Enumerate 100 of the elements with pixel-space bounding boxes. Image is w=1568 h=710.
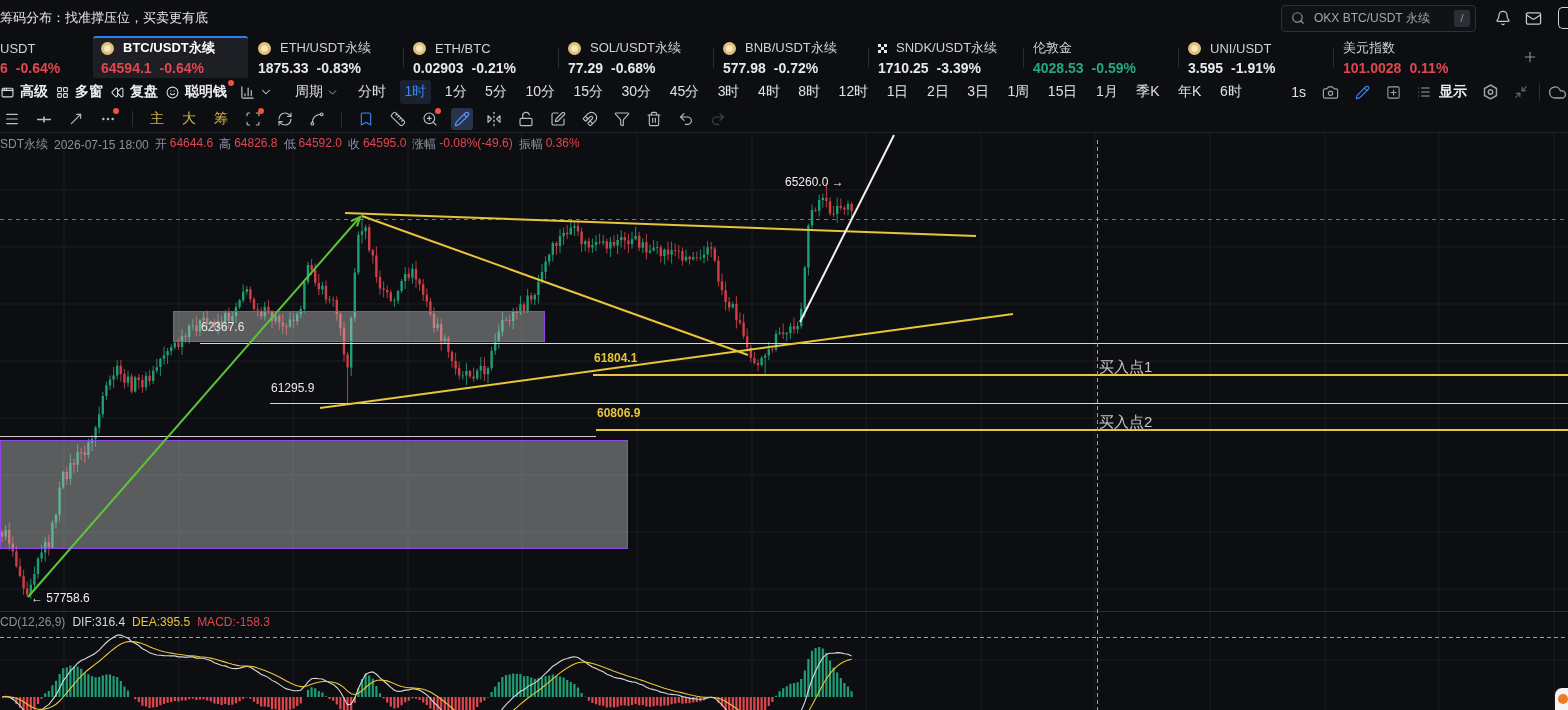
interval-tab[interactable]: 1日 [881,80,914,104]
ticker-tab[interactable]: BNB/USDT永续 577.98 -0.72% [713,36,868,78]
ticker-tab[interactable]: 美元指数 101.0028 0.11% [1333,36,1488,78]
ohlc-label: 高 [219,136,232,153]
ticker-tab[interactable]: ETH/BTC 0.02903 -0.21% [403,36,558,78]
pencil-tool[interactable] [451,108,473,130]
interval-tab[interactable]: 10分 [520,80,560,104]
ohlc-value: 0.36% [545,136,580,152]
refresh-icon [277,111,293,127]
ticker-tab[interactable]: BTC/USDT永续 64594.1 -0.64% [93,36,248,78]
window-icon [1,85,14,99]
tick-interval-button[interactable]: 1s [1291,84,1306,100]
ohlc-value: 64826.8 [234,136,278,152]
macd-value: DIF:316.4 [72,615,126,629]
ticker-tab[interactable]: SOL/USDT永续 77.29 -0.68% [558,36,713,78]
smile-icon [166,85,179,99]
display-button[interactable]: 显示 [1417,80,1467,104]
grid-icon [56,85,69,99]
interval-tab[interactable]: 年K [1173,80,1207,104]
plus-icon [1522,49,1538,65]
rewind-icon [111,85,124,99]
square-plus-icon[interactable] [1386,84,1401,100]
ticker-tab[interactable]: SNDK/USDT永续 1710.25 -3.39% [868,36,1023,78]
interval-tab[interactable]: 15日 [1042,80,1083,104]
promo-text[interactable]: 筹码分布：找准撑压位，买卖更有底 [0,9,208,27]
toolbar-button[interactable]: 复盘 [111,80,158,104]
filter-icon [614,111,630,127]
interval-tab[interactable]: 3日 [962,80,995,104]
bell-icon[interactable] [1495,10,1511,26]
ohlc-value: -0.08%(-49.6) [439,136,513,152]
ohlc-value: 64595.0 [362,136,407,152]
mail-icon[interactable] [1525,9,1542,27]
low-price-label: ← 57758.6 [31,591,90,605]
interval-tab[interactable]: 分时 [353,80,391,104]
macd-value: MACD:-158.3 [197,615,270,629]
trend-line[interactable] [344,212,977,237]
coin-icon [413,41,426,55]
horizontal-line-icon [37,115,51,123]
coin-icon [568,41,581,55]
settings-icon[interactable] [1483,84,1498,100]
price-level-label: 62367.6 [201,320,245,334]
interval-tab[interactable]: 30分 [616,80,657,104]
coin-icon [723,41,736,55]
toolbar-button[interactable]: 聪明钱 [166,80,234,104]
ticker-tab[interactable]: UNI/USDT 3.595 -1.91% [1178,36,1333,78]
interval-tab[interactable]: 1时 [399,80,432,104]
indicator-toggle[interactable]: 主 [146,108,168,130]
curve-icon [309,111,325,127]
interval-tab[interactable]: 6时 [1214,80,1247,104]
legend-time: 2026-07-15 18:00 [54,137,149,152]
floating-widget-icon[interactable] [1555,688,1568,710]
interval-tab[interactable]: 1周 [1002,80,1035,104]
ruler-icon [390,111,406,127]
undo-icon [678,111,694,127]
interval-tab[interactable]: 8时 [793,80,826,104]
interval-tab[interactable]: 12时 [833,80,874,104]
magnet-icon [582,111,598,127]
interval-tab[interactable]: 1月 [1090,80,1123,104]
macd-value: DEA:395.5 [132,615,191,629]
add-ticker-button[interactable] [1522,49,1538,65]
ticker-tab[interactable]: 伦敦金 4028.53 -0.59% [1023,36,1178,78]
interval-tab[interactable]: 2日 [921,80,954,104]
shrink-icon[interactable] [1514,85,1528,99]
legend-symbol: SDT永续 [0,136,48,153]
macd-title: CD(12,26,9) [0,615,66,629]
ohlc-label: 振幅 [518,136,543,153]
interval-tab[interactable]: 15分 [568,80,609,104]
ohlc-label: 低 [283,136,296,153]
period-dropdown[interactable]: 周期 [295,80,339,104]
mirror-icon [486,111,502,127]
scan-frame-icon [245,111,261,127]
bar-chart-icon [240,84,255,100]
pencil-icon [454,111,470,127]
interval-tab[interactable]: 4时 [753,80,785,104]
ticker-tab[interactable]: ETH/USDT永续 1875.33 -0.83% [248,36,403,78]
ohlc-value: 64592.0 [298,136,342,152]
indicator-toggle[interactable]: 筹 [210,108,232,130]
ohlc-label: 开 [154,136,167,153]
bookmark-icon [358,111,374,127]
coin-icon [1188,41,1201,55]
cross-icon [878,43,887,53]
interval-tab[interactable]: 3时 [712,80,745,104]
trend-line[interactable] [319,313,1014,409]
buy-price-label: 61804.1 [594,351,638,365]
coin-icon [101,41,114,55]
high-price-label: 65260.0 → [785,175,844,189]
ohlc-value: 64644.6 [169,136,214,152]
pen-square-icon [550,111,566,127]
indicator-toggle[interactable]: 大 [178,108,200,130]
interval-tab[interactable]: 1分 [439,80,472,104]
toolbar-button[interactable]: 多窗 [56,80,103,104]
pencil-icon[interactable] [1355,84,1370,100]
list-icon [1417,85,1431,99]
interval-tab[interactable]: 45分 [664,80,705,104]
ticker-tab[interactable]: USDT 6 -0.64% [0,36,93,78]
camera-icon[interactable] [1322,83,1339,101]
padlock-icon [518,111,534,127]
interval-tab[interactable]: 季K [1131,80,1165,104]
interval-tab[interactable]: 5分 [480,80,512,104]
toolbar-button[interactable]: 高级 [1,80,48,104]
